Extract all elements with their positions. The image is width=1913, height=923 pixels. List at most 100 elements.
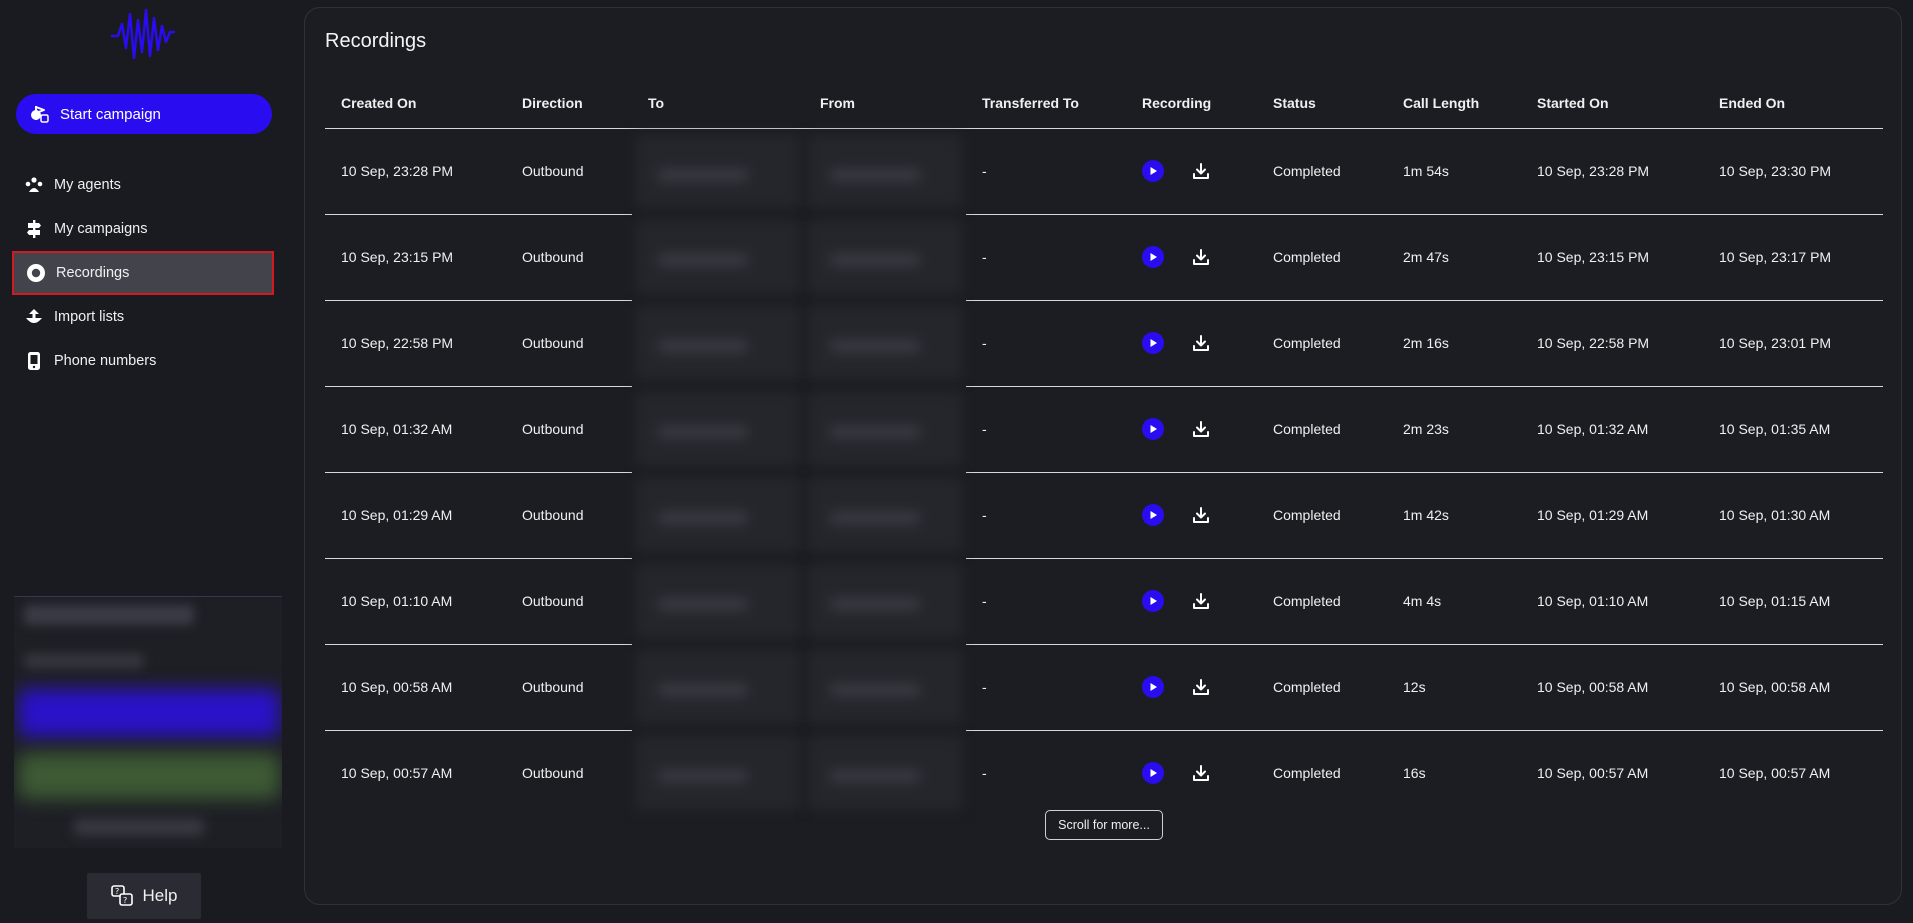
started-on-cell: 10 Sep, 01:32 AM <box>1521 386 1703 473</box>
created-on-cell: 10 Sep, 23:28 PM <box>325 128 506 215</box>
download-icon[interactable] <box>1190 418 1212 440</box>
redacted-text <box>24 605 194 625</box>
sidebar-item-label: My campaigns <box>54 221 148 237</box>
status-cell: Completed <box>1257 128 1387 215</box>
start-campaign-button[interactable]: Start campaign <box>16 94 272 134</box>
download-icon[interactable] <box>1190 160 1212 182</box>
column-header-ended-on[interactable]: Ended On <box>1703 78 1883 129</box>
from-cell-redacted <box>804 730 966 816</box>
play-icon[interactable] <box>1142 762 1164 785</box>
ended-on-cell: 10 Sep, 23:17 PM <box>1703 214 1883 301</box>
started-on-cell: 10 Sep, 00:58 AM <box>1521 644 1703 731</box>
help-button[interactable]: ? ? Help <box>87 873 201 919</box>
logo-waveform-icon[interactable] <box>108 6 178 62</box>
from-cell-redacted <box>804 128 966 214</box>
redacted-promo-card <box>14 596 282 848</box>
from-cell-redacted <box>804 214 966 300</box>
play-icon[interactable] <box>1142 160 1164 182</box>
play-icon[interactable] <box>1142 504 1164 526</box>
transferred-to-cell: - <box>966 386 1126 473</box>
table-row[interactable]: 10 Sep, 00:58 AM Outbound - Completed 12… <box>325 644 1883 731</box>
svg-text:?: ? <box>123 896 127 905</box>
play-icon[interactable] <box>1142 418 1164 440</box>
table-row[interactable]: 10 Sep, 01:10 AM Outbound - Completed 4m… <box>325 558 1883 645</box>
created-on-cell: 10 Sep, 23:15 PM <box>325 214 506 301</box>
campaign-icon <box>30 104 50 124</box>
column-header-created-on[interactable]: Created On <box>325 78 506 129</box>
recordings-table: Created On Direction To From Transferred… <box>325 78 1883 816</box>
call-length-cell: 2m 47s <box>1387 214 1521 301</box>
column-header-status[interactable]: Status <box>1257 78 1387 129</box>
from-cell-redacted <box>804 300 966 386</box>
column-header-started-on[interactable]: Started On <box>1521 78 1703 129</box>
download-icon[interactable] <box>1190 246 1212 268</box>
to-cell-redacted <box>632 644 804 730</box>
download-icon[interactable] <box>1190 332 1212 354</box>
sidebar-item-recordings[interactable]: Recordings <box>12 251 274 295</box>
column-header-call-length[interactable]: Call Length <box>1387 78 1521 129</box>
direction-cell: Outbound <box>522 765 584 782</box>
created-on-cell: 10 Sep, 22:58 PM <box>325 300 506 387</box>
play-icon[interactable] <box>1142 590 1164 612</box>
started-on-cell: 10 Sep, 00:57 AM <box>1537 765 1649 782</box>
table-row[interactable]: 10 Sep, 01:29 AM Outbound - Completed 1m… <box>325 472 1883 559</box>
sidebar-item-phone-numbers[interactable]: Phone numbers <box>12 339 274 383</box>
sidebar-nav: My agents My campaigns Recordings Import… <box>12 163 274 383</box>
recordings-panel: Recordings Created On Direction To From … <box>304 7 1902 905</box>
recording-cell <box>1126 472 1257 559</box>
download-icon[interactable] <box>1190 676 1212 698</box>
download-icon[interactable] <box>1190 590 1212 612</box>
to-cell-redacted <box>632 558 804 644</box>
sidebar-item-my-campaigns[interactable]: My campaigns <box>12 207 274 251</box>
redacted-text <box>74 819 204 835</box>
started-on-cell: 10 Sep, 01:10 AM <box>1521 558 1703 645</box>
download-icon[interactable] <box>1190 762 1212 784</box>
status-cell: Completed <box>1257 644 1387 731</box>
signpost-icon <box>24 219 44 239</box>
table-row[interactable]: 10 Sep, 22:58 PM Outbound - Completed 2m… <box>325 300 1883 387</box>
from-cell-redacted <box>804 472 966 558</box>
ended-on-cell: 10 Sep, 01:15 AM <box>1703 558 1883 645</box>
to-cell-redacted <box>632 386 804 472</box>
call-length-cell: 1m 42s <box>1387 472 1521 559</box>
ended-on-cell: 10 Sep, 01:35 AM <box>1703 386 1883 473</box>
table-row[interactable]: 10 Sep, 23:28 PM Outbound - Completed 1m… <box>325 128 1883 215</box>
sidebar-item-label: Import lists <box>54 309 125 325</box>
download-icon[interactable] <box>1190 504 1212 526</box>
play-icon[interactable] <box>1142 332 1164 354</box>
from-cell-redacted <box>804 644 966 730</box>
to-cell-redacted <box>632 128 804 214</box>
redacted-phone <box>808 736 962 810</box>
sidebar-item-my-agents[interactable]: My agents <box>12 163 274 207</box>
transferred-to-cell: - <box>966 128 1126 215</box>
redacted-phone <box>808 650 962 724</box>
status-cell: Completed <box>1273 765 1341 782</box>
play-icon[interactable] <box>1142 676 1164 698</box>
scroll-for-more-button[interactable]: Scroll for more... <box>1045 810 1163 840</box>
status-cell: Completed <box>1257 386 1387 473</box>
play-icon[interactable] <box>1142 246 1164 268</box>
column-header-recording[interactable]: Recording <box>1126 78 1257 129</box>
column-header-to[interactable]: To <box>632 78 804 129</box>
redacted-phone <box>808 478 962 552</box>
column-header-from[interactable]: From <box>804 78 966 129</box>
status-cell: Completed <box>1257 214 1387 301</box>
start-campaign-label: Start campaign <box>60 105 161 123</box>
column-header-direction[interactable]: Direction <box>506 78 632 129</box>
table-row[interactable]: 10 Sep, 00:57 AM Outbound - Completed 16… <box>325 730 1883 816</box>
redacted-button[interactable] <box>18 753 280 799</box>
table-row[interactable]: 10 Sep, 01:32 AM Outbound - Completed 2m… <box>325 386 1883 473</box>
table-row[interactable]: 10 Sep, 23:15 PM Outbound - Completed 2m… <box>325 214 1883 301</box>
redacted-button[interactable] <box>18 689 280 737</box>
column-header-transferred-to[interactable]: Transferred To <box>966 78 1126 129</box>
status-cell: Completed <box>1257 300 1387 387</box>
upload-icon <box>24 307 44 327</box>
direction-cell: Outbound <box>506 300 632 387</box>
sidebar-item-import-lists[interactable]: Import lists <box>12 295 274 339</box>
created-on-cell: 10 Sep, 01:29 AM <box>325 472 506 559</box>
redacted-phone <box>636 736 800 810</box>
sidebar-item-label: Phone numbers <box>54 353 157 369</box>
recording-cell <box>1126 558 1257 645</box>
ended-on-cell: 10 Sep, 00:58 AM <box>1703 644 1883 731</box>
transferred-to-cell: - <box>966 558 1126 645</box>
